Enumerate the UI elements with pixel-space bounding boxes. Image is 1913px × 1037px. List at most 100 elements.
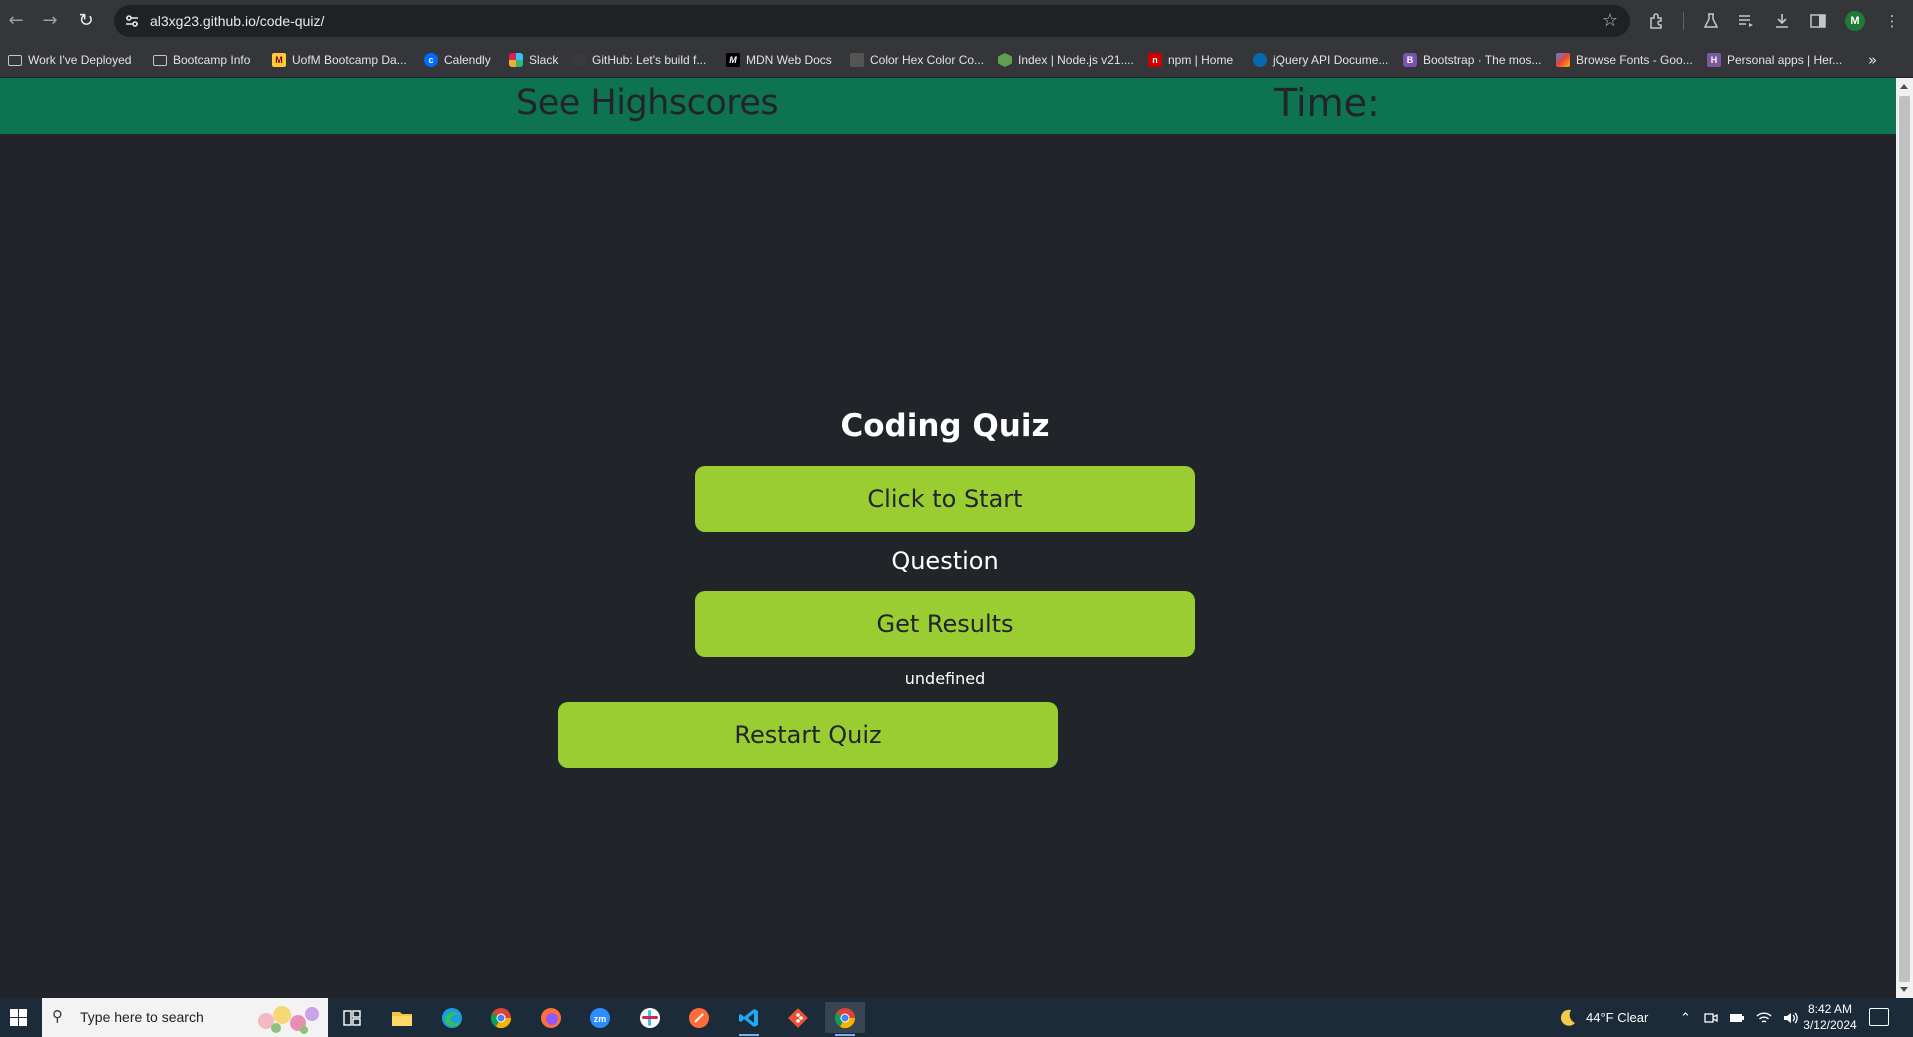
- url-text[interactable]: al3xg23.github.io/code-quiz/: [150, 5, 324, 37]
- bookmark-item[interactable]: Slack: [509, 42, 558, 78]
- scroll-thumb[interactable]: [1899, 96, 1910, 982]
- reload-icon[interactable]: ↻: [74, 9, 98, 33]
- folder-icon: [8, 54, 22, 66]
- highscores-link[interactable]: See Highscores: [516, 83, 779, 123]
- results-text: undefined: [904, 669, 986, 688]
- page-viewport: See Highscores Time: Coding Quiz Click t…: [0, 78, 1896, 998]
- bookmark-label: UofM Bootcamp Da...: [292, 53, 407, 67]
- profile-avatar[interactable]: M: [1845, 11, 1865, 31]
- bookmark-item[interactable]: Color Hex Color Co...: [850, 42, 984, 78]
- bookmark-item[interactable]: n npm | Home: [1148, 42, 1233, 78]
- media-queue-icon[interactable]: [1734, 9, 1758, 33]
- bookmark-label: Index | Node.js v21....: [1018, 53, 1134, 67]
- mdn-icon: M: [726, 53, 740, 67]
- heroku-icon: H: [1707, 53, 1721, 67]
- npm-icon: n: [1148, 53, 1162, 67]
- scroll-down-icon[interactable]: [1900, 987, 1908, 992]
- browser-toolbar: ← → ↻ al3xg23.github.io/code-quiz/ ☆ M ⋮: [0, 0, 1913, 42]
- postman-icon[interactable]: [679, 1002, 719, 1033]
- chrome-profile-icon[interactable]: [825, 1002, 865, 1036]
- slack-icon: [509, 53, 523, 67]
- nodejs-icon: [998, 53, 1012, 67]
- forward-icon[interactable]: →: [38, 9, 62, 33]
- bookmark-item[interactable]: jQuery API Docume...: [1253, 42, 1388, 78]
- toolbar-separator: [1683, 12, 1684, 30]
- bookmark-label: Browse Fonts - Goo...: [1576, 53, 1693, 67]
- more-bookmarks-icon[interactable]: »: [1868, 42, 1877, 78]
- file-explorer-icon[interactable]: [382, 1002, 422, 1033]
- google-fonts-icon: [1556, 53, 1570, 67]
- chrome-icon[interactable]: [481, 1002, 521, 1033]
- clock-date: 3/12/2024: [1803, 1018, 1857, 1032]
- bookmark-star-icon[interactable]: ☆: [1602, 9, 1618, 33]
- bookmark-label: MDN Web Docs: [746, 53, 832, 67]
- bookmark-item[interactable]: c Calendly: [424, 42, 491, 78]
- bootstrap-icon: B: [1403, 53, 1417, 67]
- show-hidden-icons-icon[interactable]: ⌃: [1680, 998, 1691, 1037]
- search-icon: ⚲: [52, 1007, 63, 1025]
- get-results-button[interactable]: Get Results: [695, 591, 1195, 657]
- windows-taskbar: ⚲ Type here to search zm 44°F Clear ⌃ 8:…: [0, 998, 1913, 1037]
- labs-icon[interactable]: [1699, 9, 1723, 33]
- folder-icon: [153, 54, 167, 66]
- windows-logo-icon: [9, 1009, 27, 1026]
- bookmark-item[interactable]: H Personal apps | Her...: [1707, 42, 1842, 78]
- bookmark-item[interactable]: Browse Fonts - Goo...: [1556, 42, 1693, 78]
- bookmark-item[interactable]: GitHub: Let's build f...: [572, 42, 706, 78]
- back-icon[interactable]: ←: [4, 9, 28, 33]
- weather-text: 44°F Clear: [1586, 1010, 1649, 1025]
- bookmark-item[interactable]: M UofM Bootcamp Da...: [272, 42, 407, 78]
- battery-icon[interactable]: [1729, 1012, 1745, 1024]
- taskbar-search-box[interactable]: ⚲ Type here to search: [42, 998, 328, 1037]
- timer-label: Time:: [1274, 81, 1380, 125]
- meet-now-icon[interactable]: [1704, 1011, 1718, 1025]
- bookmark-label: Color Hex Color Co...: [870, 53, 985, 67]
- svg-text:zm: zm: [594, 1014, 607, 1024]
- moon-icon: [1560, 1009, 1575, 1026]
- chrome-menu-icon[interactable]: ⋮: [1880, 9, 1904, 33]
- bookmark-item[interactable]: B Bootstrap · The mos...: [1403, 42, 1542, 78]
- bookmark-label: Bootstrap · The mos...: [1423, 53, 1542, 67]
- edge-icon[interactable]: [432, 1002, 472, 1033]
- git-icon[interactable]: [778, 1002, 818, 1033]
- scroll-up-icon[interactable]: [1900, 84, 1908, 89]
- bookmark-label: Personal apps | Her...: [1727, 53, 1843, 67]
- extensions-icon[interactable]: [1645, 9, 1669, 33]
- clock-time: 8:42 AM: [1807, 1002, 1853, 1016]
- bookmark-item[interactable]: Index | Node.js v21....: [998, 42, 1134, 78]
- site-info-icon[interactable]: [124, 13, 140, 29]
- bookmarks-bar: Work I've Deployed Bootcamp Info M UofM …: [0, 42, 1913, 78]
- start-quiz-button[interactable]: Click to Start: [695, 466, 1195, 532]
- bookmark-item[interactable]: Bootcamp Info: [153, 42, 250, 78]
- weather-widget[interactable]: 44°F Clear: [1556, 998, 1648, 1037]
- page-scrollbar[interactable]: [1896, 78, 1913, 998]
- zoom-icon[interactable]: zm: [580, 1002, 620, 1033]
- vscode-icon[interactable]: [729, 1002, 769, 1036]
- taskbar-clock[interactable]: 8:42 AM 3/12/2024: [1792, 1001, 1868, 1033]
- download-icon[interactable]: [1770, 9, 1794, 33]
- quiz-header: See Highscores Time:: [0, 78, 1896, 134]
- address-bar[interactable]: al3xg23.github.io/code-quiz/ ☆: [114, 5, 1630, 37]
- wifi-icon[interactable]: [1756, 1011, 1772, 1025]
- colorhex-icon: [850, 53, 864, 67]
- notification-center-icon[interactable]: [1869, 1008, 1889, 1026]
- question-text: Question: [891, 547, 999, 575]
- bookmark-label: npm | Home: [1168, 53, 1234, 67]
- firefox-icon[interactable]: [531, 1002, 571, 1033]
- bookmark-label: Work I've Deployed: [28, 53, 132, 67]
- windows-start-button[interactable]: [0, 998, 36, 1037]
- side-panel-icon[interactable]: [1806, 9, 1830, 33]
- search-placeholder[interactable]: Type here to search: [80, 998, 204, 1037]
- search-highlight-flowers-icon: [258, 1006, 319, 1034]
- page-title: Coding Quiz: [840, 408, 1050, 444]
- slack-icon[interactable]: [630, 1002, 670, 1033]
- bookmark-label: jQuery API Docume...: [1273, 53, 1389, 67]
- task-view-icon[interactable]: [332, 1002, 372, 1033]
- bookmark-label: Calendly: [444, 53, 491, 67]
- bookmark-item[interactable]: Work I've Deployed: [8, 42, 131, 78]
- github-icon: [572, 53, 586, 67]
- bookmark-item[interactable]: M MDN Web Docs: [726, 42, 832, 78]
- bookmark-label: Bootcamp Info: [173, 53, 251, 67]
- restart-quiz-button[interactable]: Restart Quiz: [558, 702, 1058, 768]
- calendly-icon: c: [424, 53, 438, 67]
